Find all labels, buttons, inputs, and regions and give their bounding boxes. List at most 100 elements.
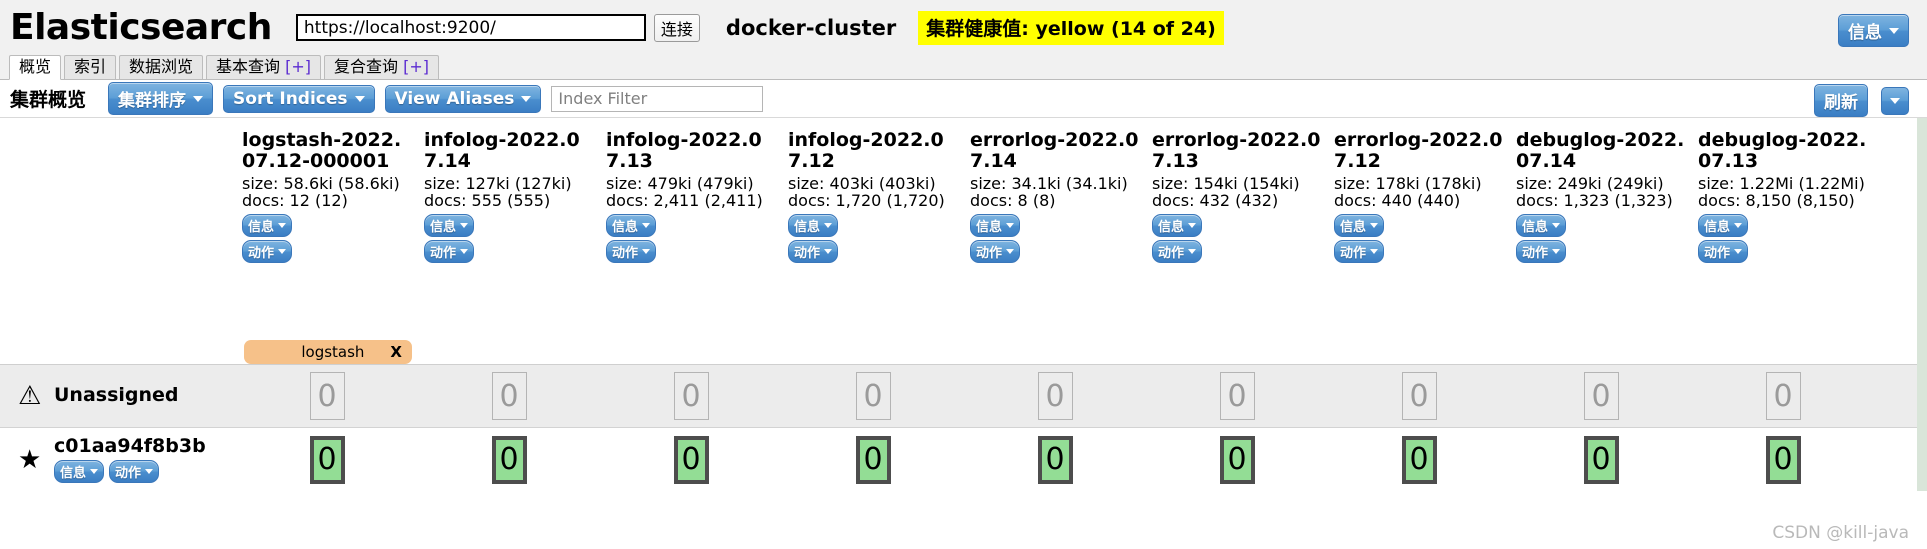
shard-box[interactable]: 0 — [673, 435, 709, 484]
index-action-button[interactable]: 动作 — [424, 240, 475, 264]
index-action-label: 动作 — [612, 246, 639, 262]
shard-cell: 0 — [418, 435, 600, 484]
shard-box[interactable]: 0 — [855, 372, 891, 420]
shard-row-node: ★ c01aa94f8b3b 信息 动作 0 0 0 0 0 0 0 0 0 — [0, 428, 1927, 491]
shard-box[interactable]: 0 — [855, 435, 891, 484]
watermark-label: CSDN @kill-java — [1772, 523, 1909, 543]
index-info-button[interactable]: 信息 — [788, 214, 839, 238]
connect-button[interactable]: 连接 — [653, 13, 700, 42]
shard-box[interactable]: 0 — [309, 435, 345, 484]
index-docs: docs: 8 (8) — [970, 191, 1056, 211]
index-info-label: 信息 — [430, 220, 457, 236]
shard-row-label-group: ★ c01aa94f8b3b 信息 动作 — [0, 435, 236, 483]
index-name: errorlog-2022.07.13 — [1152, 129, 1321, 173]
view-aliases-button[interactable]: View Aliases — [384, 84, 542, 113]
shard-box[interactable]: 0 — [491, 372, 527, 420]
tab-4[interactable]: 复合查询 [+] — [324, 55, 440, 79]
refresh-label: 刷新 — [1824, 93, 1858, 113]
shard-cell: 0 — [236, 435, 418, 484]
index-info-button[interactable]: 信息 — [242, 214, 293, 238]
tab-label: 概览 — [19, 57, 52, 76]
header-info-group: 信息 — [1838, 14, 1909, 47]
index-filter-input[interactable] — [551, 85, 764, 112]
shard-box[interactable]: 0 — [309, 372, 345, 420]
alias-remove-icon[interactable]: X — [390, 343, 402, 361]
shard-box[interactable]: 0 — [673, 372, 709, 420]
shard-cell: 0 — [1692, 372, 1874, 420]
tab-expand-icon[interactable]: [+] — [403, 57, 429, 76]
chevron-down-icon — [1188, 249, 1197, 255]
refresh-options-button[interactable] — [1881, 86, 1909, 115]
chevron-down-icon — [1006, 223, 1015, 229]
index-action-button[interactable]: 动作 — [1698, 240, 1749, 264]
index-info-button[interactable]: 信息 — [606, 214, 657, 238]
shard-box[interactable]: 0 — [1037, 372, 1073, 420]
index-info-button[interactable]: 信息 — [424, 214, 475, 238]
shard-box[interactable]: 0 — [491, 435, 527, 484]
view-aliases-label: View Aliases — [394, 88, 515, 109]
index-name: infolog-2022.07.12 — [788, 129, 944, 173]
chevron-down-icon — [824, 223, 833, 229]
index-card-buttons: 信息 动作 — [1152, 214, 1322, 266]
shard-cell: 0 — [1146, 435, 1328, 484]
index-action-button[interactable]: 动作 — [1516, 240, 1567, 264]
tab-bar: 概览 索引 数据浏览 基本查询 [+] 复合查询 [+] — [0, 55, 1927, 80]
shard-box[interactable]: 0 — [1219, 372, 1255, 420]
tab-0[interactable]: 概览 — [9, 55, 62, 80]
index-action-button[interactable]: 动作 — [1152, 240, 1203, 264]
shard-box[interactable]: 0 — [1583, 435, 1619, 484]
index-action-label: 动作 — [248, 246, 275, 262]
shard-cell: 0 — [418, 372, 600, 420]
index-action-label: 动作 — [794, 246, 821, 262]
chevron-down-icon — [1552, 223, 1561, 229]
sort-cluster-button[interactable]: 集群排序 — [108, 82, 214, 115]
tab-3[interactable]: 基本查询 [+] — [206, 55, 322, 79]
shard-box[interactable]: 0 — [1583, 372, 1619, 420]
tab-label: 基本查询 — [216, 57, 281, 76]
index-action-button[interactable]: 动作 — [970, 240, 1021, 264]
index-name: infolog-2022.07.14 — [424, 129, 580, 173]
index-info-button[interactable]: 信息 — [1516, 214, 1567, 238]
shard-box[interactable]: 0 — [1037, 435, 1073, 484]
tab-1[interactable]: 索引 — [64, 55, 117, 79]
index-info-button[interactable]: 信息 — [1698, 214, 1749, 238]
index-info-button[interactable]: 信息 — [970, 214, 1021, 238]
index-info-button[interactable]: 信息 — [1334, 214, 1385, 238]
index-cards-row: logstash-2022.07.12-000001 size: 58.6ki (… — [0, 118, 1927, 365]
index-size: size: 154ki (154ki) — [1152, 173, 1300, 193]
chevron-down-icon — [460, 249, 469, 255]
tab-label: 数据浏览 — [129, 57, 194, 76]
index-name: debuglog-2022.07.13 — [1698, 129, 1867, 173]
index-card: errorlog-2022.07.13 size: 154ki (154ki) do… — [1146, 118, 1328, 364]
warning-icon: ⚠ — [18, 381, 42, 411]
index-info-button[interactable]: 信息 — [1152, 214, 1203, 238]
index-card-buttons: 信息 动作 — [1698, 214, 1868, 266]
header-info-button[interactable]: 信息 — [1838, 14, 1909, 47]
tab-expand-icon[interactable]: [+] — [285, 57, 311, 76]
shard-box[interactable]: 0 — [1765, 435, 1801, 484]
shard-cell: 0 — [1146, 372, 1328, 420]
chevron-down-icon — [1890, 97, 1900, 104]
shard-box[interactable]: 0 — [1219, 435, 1255, 484]
shard-box[interactable]: 0 — [1765, 372, 1801, 420]
chevron-down-icon — [1370, 223, 1379, 229]
shard-box[interactable]: 0 — [1401, 372, 1437, 420]
shard-box[interactable]: 0 — [1401, 435, 1437, 484]
sort-cluster-label: 集群排序 — [118, 91, 187, 111]
refresh-button[interactable]: 刷新 — [1814, 84, 1868, 117]
index-card-buttons: 信息动作 — [424, 214, 594, 266]
cluster-url-input[interactable] — [295, 14, 646, 41]
tab-2[interactable]: 数据浏览 — [119, 55, 204, 79]
node-info-button[interactable]: 信息 — [54, 459, 105, 483]
index-info-label: 信息 — [612, 220, 639, 236]
index-action-button[interactable]: 动作 — [788, 240, 839, 264]
cards-row-spacer — [0, 118, 236, 364]
index-info-label: 信息 — [248, 220, 275, 236]
node-action-button[interactable]: 动作 — [109, 459, 160, 483]
index-action-button[interactable]: 动作 — [1334, 240, 1385, 264]
shard-cell: 0 — [964, 435, 1146, 484]
index-action-button[interactable]: 动作 — [606, 240, 657, 264]
chevron-down-icon — [1188, 223, 1197, 229]
index-action-button[interactable]: 动作 — [242, 240, 293, 264]
sort-indices-button[interactable]: Sort Indices — [223, 84, 375, 113]
